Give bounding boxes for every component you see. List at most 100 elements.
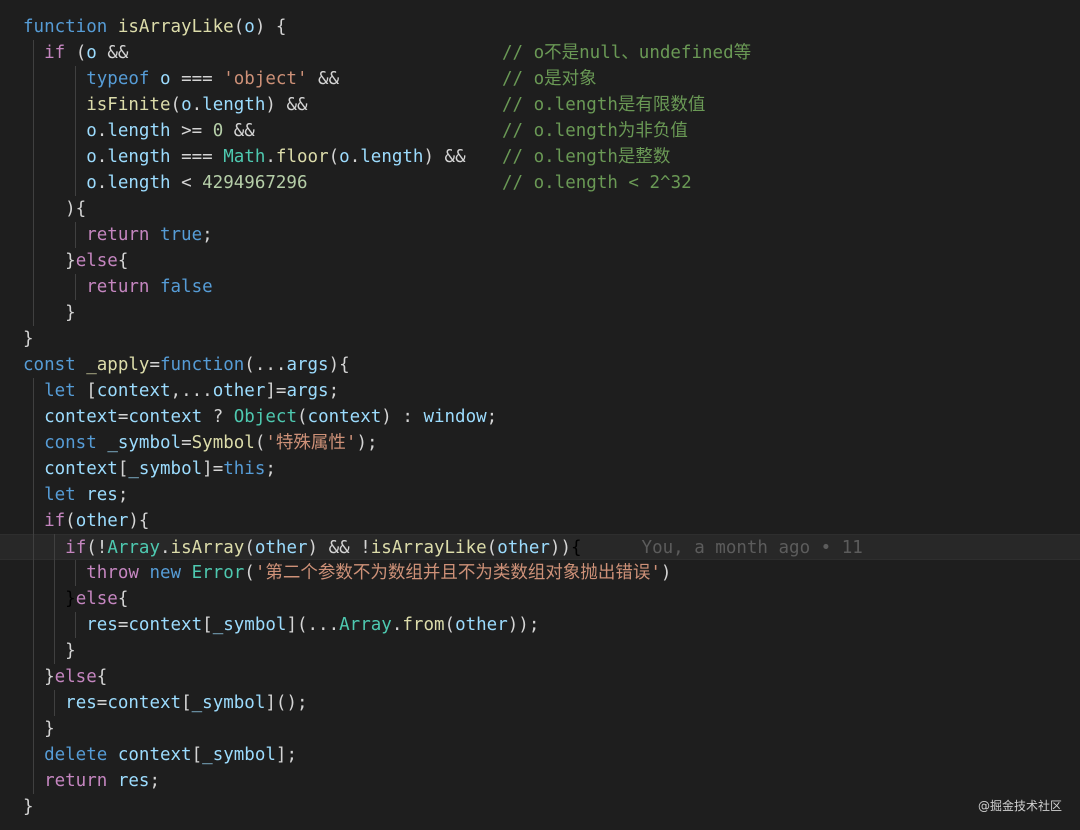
code-line[interactable]: } [0, 326, 1080, 352]
code-token: _apply [86, 355, 150, 375]
indent-guide [75, 612, 76, 638]
code-token: other [254, 538, 308, 558]
indent-guide [33, 40, 34, 326]
code-token: context [96, 381, 171, 401]
code-line[interactable]: } [0, 300, 1080, 326]
code-token: { [117, 251, 129, 271]
code-comment: // o.length为非负值 [502, 121, 688, 141]
code-token: other [75, 511, 129, 531]
code-token: ) { [254, 17, 287, 37]
code-line[interactable]: res=context[_symbol](); [0, 690, 1080, 716]
code-line[interactable]: delete context[_symbol]; [0, 742, 1080, 768]
code-token: ){ [328, 355, 350, 375]
code-token: '第二个参数不为数组并且不为类数组对象抛出错误' [254, 563, 661, 583]
code-text: o.length < 4294967296 [23, 170, 307, 196]
code-line[interactable]: if(!Array.isArray(other) && !isArrayLike… [0, 534, 1080, 560]
code-text: isFinite(o.length) && [23, 92, 308, 118]
code-token: ,... [170, 381, 213, 401]
code-token: { [117, 589, 129, 609]
code-line[interactable]: o.length < 4294967296 // o.length < 2^32 [0, 170, 1080, 196]
code-line[interactable]: function isArrayLike(o) { [0, 14, 1080, 40]
indent-guide [54, 690, 55, 716]
code-line[interactable]: return false [0, 274, 1080, 300]
code-line[interactable]: return true; [0, 222, 1080, 248]
code-token: ( [233, 17, 245, 37]
code-token: context [44, 407, 118, 427]
code-line[interactable]: ){ [0, 196, 1080, 222]
code-editor[interactable]: function isArrayLike(o) { if (o &&// o不是… [0, 0, 1080, 830]
code-line[interactable]: const _apply=function(...args){ [0, 352, 1080, 378]
code-token: } [23, 251, 76, 271]
code-line[interactable]: } [0, 716, 1080, 742]
code-line[interactable]: } [0, 794, 1080, 820]
code-token: ( [486, 538, 498, 558]
code-text: delete context[_symbol]; [23, 742, 297, 768]
code-token: === [170, 147, 224, 167]
code-token: isArrayLike [370, 538, 487, 558]
code-token: [ [202, 615, 213, 635]
code-line[interactable]: isFinite(o.length) && // o.length是有限数值 [0, 92, 1080, 118]
code-token: ( [170, 95, 182, 115]
code-token: } [23, 719, 55, 739]
code-text: return false [23, 274, 212, 300]
code-token: } [23, 641, 76, 661]
code-token: ( [244, 538, 255, 558]
code-token: o [86, 147, 97, 167]
code-token: length [107, 147, 171, 167]
code-token: { [570, 538, 582, 558]
code-token: } [23, 303, 76, 323]
code-line[interactable]: let [context,...other]=args; [0, 378, 1080, 404]
code-token: res [86, 485, 118, 505]
code-token: context [44, 459, 118, 479]
code-text: const _symbol=Symbol('特殊属性'); [23, 430, 377, 456]
code-token: let [44, 381, 76, 401]
code-token: ; [486, 407, 498, 427]
code-token: context [307, 407, 382, 427]
code-line[interactable]: if(other){ [0, 508, 1080, 534]
code-token: Object [233, 407, 297, 427]
code-token: o [86, 173, 97, 193]
code-token: const [44, 433, 97, 453]
code-token: true [159, 225, 203, 245]
code-token: args [286, 355, 329, 375]
code-line[interactable]: throw new Error('第二个参数不为数组并且不为类数组对象抛出错误'… [0, 560, 1080, 586]
code-token: )); [507, 615, 540, 635]
code-token: . [191, 95, 203, 115]
code-line[interactable]: }else{ [0, 248, 1080, 274]
code-token: ) && ! [307, 538, 371, 558]
code-text: let [context,...other]=args; [23, 378, 339, 404]
code-line[interactable]: } [0, 638, 1080, 664]
code-line[interactable]: o.length >= 0 && // o.length为非负值 [0, 118, 1080, 144]
code-text: if (o && [23, 40, 128, 66]
code-line[interactable]: typeof o === 'object' && // o是对象 [0, 66, 1080, 92]
indent-guide [54, 534, 55, 664]
code-text: return res; [23, 768, 160, 794]
code-line[interactable]: res=context[_symbol](...Array.from(other… [0, 612, 1080, 638]
code-line[interactable]: context[_symbol]=this; [0, 456, 1080, 482]
code-token: . [96, 121, 108, 141]
code-token: other [497, 538, 550, 558]
code-token: >= [170, 121, 213, 141]
code-token: ){ [128, 511, 150, 531]
code-token: ) && [265, 95, 308, 115]
code-line[interactable]: if (o && // o不是null、undefined等 [0, 40, 1080, 66]
code-line[interactable]: const _symbol=Symbol('特殊属性'); [0, 430, 1080, 456]
code-comment: // o.length是有限数值 [502, 95, 706, 115]
code-token: res [86, 615, 118, 635]
code-line[interactable]: o.length === Math.floor(o.length) &&// o… [0, 144, 1080, 170]
code-token: (... [244, 355, 287, 375]
code-token: < [170, 173, 203, 193]
code-line[interactable]: return res; [0, 768, 1080, 794]
code-token: (! [86, 538, 108, 558]
code-line[interactable]: context=context ? Object(context) : wind… [0, 404, 1080, 430]
code-text: function isArrayLike(o) { [23, 14, 286, 40]
code-line[interactable]: let res; [0, 482, 1080, 508]
code-token: [ [181, 693, 192, 713]
code-text: return true; [23, 222, 212, 248]
code-token: return [86, 225, 150, 245]
code-line[interactable]: }else{ [0, 664, 1080, 690]
code-line[interactable]: }else{ [0, 586, 1080, 612]
